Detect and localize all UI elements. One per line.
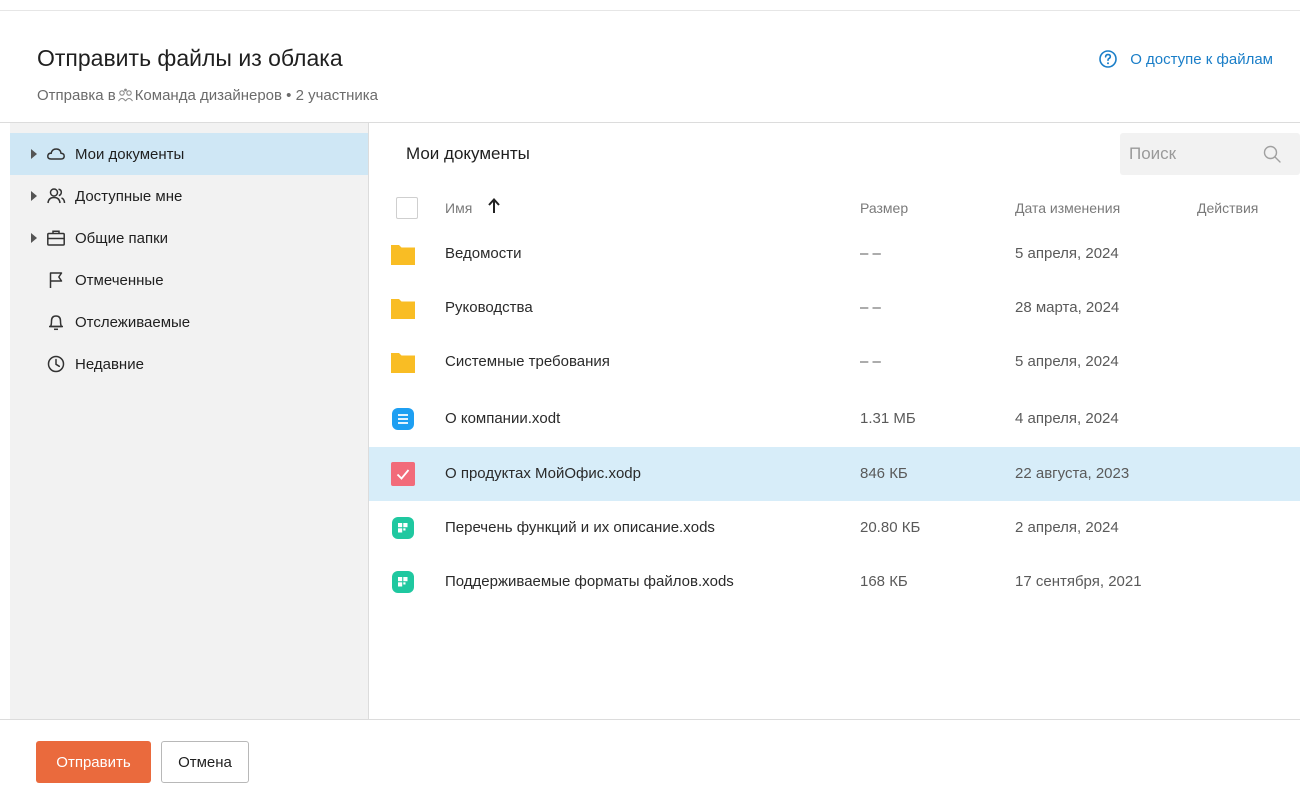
help-link-label: О доступе к файлам xyxy=(1130,50,1273,68)
content-title: Мои документы xyxy=(406,144,530,163)
search-input[interactable] xyxy=(1129,144,1249,164)
file-name: О компании.xodt xyxy=(445,410,561,427)
search-icon[interactable] xyxy=(1262,144,1282,164)
flag-icon xyxy=(49,272,63,288)
sidebar-item-my-documents[interactable]: Мои документы xyxy=(10,133,368,175)
caret-right-icon[interactable] xyxy=(30,233,38,243)
sidebar-item-label: Доступные мне xyxy=(75,187,183,205)
file-date: 5 апреля, 2024 xyxy=(1015,353,1119,370)
file-size: – – xyxy=(860,299,881,316)
table-row[interactable]: Перечень функций и их описание.xods 20.8… xyxy=(369,501,1300,555)
text-document-icon xyxy=(392,408,414,430)
clock-icon xyxy=(47,355,65,373)
table-row[interactable]: Руководства – – 28 марта, 2024 xyxy=(369,281,1300,335)
team-icon xyxy=(117,88,133,102)
column-header-date[interactable]: Дата изменения xyxy=(1015,200,1120,216)
table-row[interactable]: О компании.xodt 1.31 МБ 4 апреля, 2024 xyxy=(369,392,1300,446)
file-date: 17 сентября, 2021 xyxy=(1015,573,1142,590)
folder-icon xyxy=(391,299,415,319)
folder-icon xyxy=(391,353,415,373)
column-header-actions: Действия xyxy=(1197,200,1259,216)
search-box[interactable] xyxy=(1120,133,1300,175)
table-row[interactable]: Системные требования – – 5 апреля, 2024 xyxy=(369,335,1300,389)
file-name: Поддерживаемые форматы файлов.xods xyxy=(445,573,734,590)
dialog-title: Отправить файлы из облака xyxy=(37,45,343,71)
file-size: 846 КБ xyxy=(860,465,908,482)
file-size: – – xyxy=(860,353,881,370)
cloud-icon xyxy=(47,148,65,160)
sidebar-item-label: Мои документы xyxy=(75,145,185,163)
caret-right-icon[interactable] xyxy=(30,149,38,159)
file-access-help-link[interactable]: О доступе к файлам xyxy=(1098,49,1273,69)
table-header: Имя Размер Дата изменения Действия xyxy=(369,189,1300,227)
file-size: 168 КБ xyxy=(860,573,908,590)
table-row[interactable]: Ведомости – – 5 апреля, 2024 xyxy=(369,227,1300,281)
file-name: Руководства xyxy=(445,299,533,316)
file-date: 28 марта, 2024 xyxy=(1015,299,1120,316)
folder-icon xyxy=(391,245,415,265)
sidebar-item-shared-folders[interactable]: Общие папки xyxy=(10,217,368,259)
sidebar-item-recent[interactable]: Недавние xyxy=(10,343,368,385)
file-name: Перечень функций и их описание.xods xyxy=(445,519,715,536)
caret-right-icon[interactable] xyxy=(30,191,38,201)
dialog-subtitle: Отправка в Команда дизайнеров • 2 участн… xyxy=(37,87,378,104)
file-date: 4 апреля, 2024 xyxy=(1015,410,1119,427)
sidebar: Мои документы Доступные мне Общие папки … xyxy=(10,123,368,719)
file-name: Ведомости xyxy=(445,245,522,262)
select-all-checkbox[interactable] xyxy=(396,197,418,219)
sidebar-item-label: Общие папки xyxy=(75,229,169,247)
column-header-size[interactable]: Размер xyxy=(860,200,908,216)
sidebar-item-tracked[interactable]: Отслеживаемые xyxy=(10,301,368,343)
file-date: 5 апреля, 2024 xyxy=(1015,245,1119,262)
footer-divider xyxy=(0,719,1300,720)
sidebar-item-label: Отслеживаемые xyxy=(75,313,191,331)
sidebar-item-marked[interactable]: Отмеченные xyxy=(10,259,368,301)
spreadsheet-icon xyxy=(392,571,414,593)
subtitle-team: Команда дизайнеров • 2 участника xyxy=(134,87,378,104)
table-row[interactable]: О продуктах МойОфис.xodp 846 КБ 22 авгус… xyxy=(369,447,1300,501)
cancel-button[interactable]: Отмена xyxy=(161,741,249,783)
briefcase-icon xyxy=(47,230,65,246)
file-date: 2 апреля, 2024 xyxy=(1015,519,1119,536)
file-name: Системные требования xyxy=(445,353,610,370)
subtitle-prefix: Отправка в xyxy=(37,87,116,104)
table-row[interactable]: Поддерживаемые форматы файлов.xods 168 К… xyxy=(369,555,1300,609)
file-name: О продуктах МойОфис.xodp xyxy=(445,465,641,482)
send-button[interactable]: Отправить xyxy=(36,741,151,783)
question-circle-icon xyxy=(1099,50,1117,68)
bell-icon xyxy=(49,315,63,331)
sidebar-item-label: Недавние xyxy=(75,355,144,373)
file-size: – – xyxy=(860,245,881,262)
file-date: 22 августа, 2023 xyxy=(1015,465,1130,482)
checked-checkbox-icon[interactable] xyxy=(391,462,415,486)
arrow-up-icon[interactable] xyxy=(487,197,501,215)
sidebar-item-label: Отмеченные xyxy=(75,271,164,289)
dialog-header: Отправить файлы из облака Отправка в Ком… xyxy=(0,11,1300,122)
sidebar-item-shared-with-me[interactable]: Доступные мне xyxy=(10,175,368,217)
column-header-name[interactable]: Имя xyxy=(445,200,472,216)
file-size: 20.80 КБ xyxy=(860,519,921,536)
file-size: 1.31 МБ xyxy=(860,410,916,427)
spreadsheet-icon xyxy=(392,517,414,539)
users-icon xyxy=(47,188,66,204)
